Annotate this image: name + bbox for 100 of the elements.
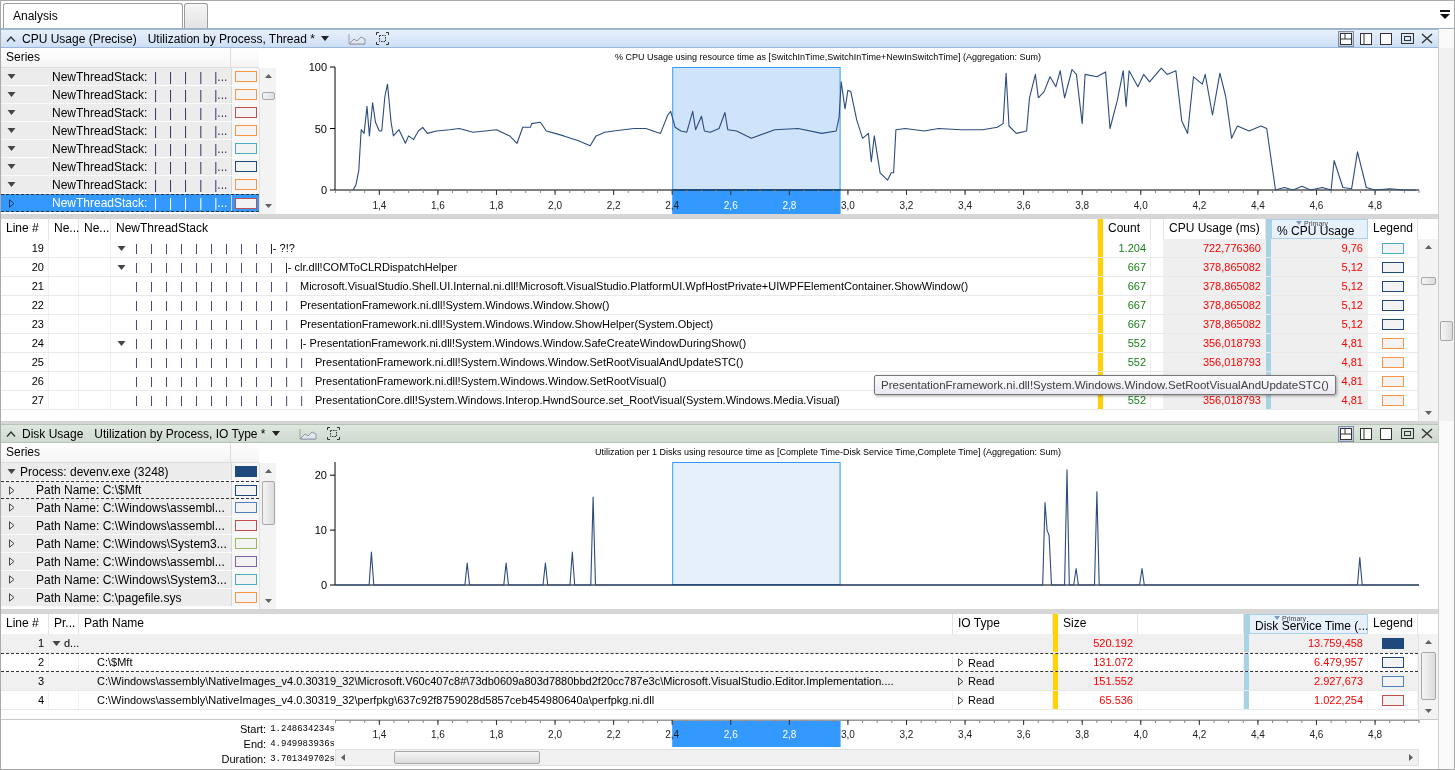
caret-right-icon[interactable] bbox=[7, 593, 16, 602]
collapse-icon[interactable] bbox=[6, 429, 16, 438]
preset-dropdown[interactable]: Utilization by Process, Thread * bbox=[147, 31, 329, 46]
series-item[interactable]: Path Name: C:\Windows\System3... bbox=[1, 571, 259, 589]
table-cell: 2.927,673 bbox=[1249, 672, 1368, 690]
table-cell-text: d... bbox=[64, 636, 80, 651]
table-cell: 722,776360 bbox=[1164, 239, 1266, 257]
view-mode-button[interactable] bbox=[1378, 425, 1394, 442]
axis-label: 4,0 bbox=[1133, 729, 1148, 740]
caret-right-icon[interactable] bbox=[7, 485, 16, 495]
view-mode-button[interactable] bbox=[1358, 425, 1374, 442]
close-icon[interactable] bbox=[1421, 428, 1433, 439]
view-mode-button[interactable] bbox=[1358, 30, 1374, 47]
series-item[interactable]: Path Name: C:\Windows\System3... bbox=[1, 535, 259, 553]
preset-dropdown[interactable]: Utilization by Process, IO Type * bbox=[94, 426, 280, 441]
restore-icon[interactable] bbox=[1401, 428, 1414, 439]
axis-label: 2,0 bbox=[548, 729, 562, 740]
axis-label: 3,8 bbox=[1075, 729, 1090, 740]
caret-right-icon[interactable] bbox=[7, 539, 16, 548]
scrollbar[interactable] bbox=[1439, 48, 1454, 421]
scroll-right-icon[interactable] bbox=[1409, 754, 1413, 761]
axis-label: 2,8 bbox=[782, 729, 797, 740]
scrollbar[interactable] bbox=[259, 68, 276, 214]
scrollbar[interactable] bbox=[335, 749, 1419, 766]
axis-label: 50 bbox=[314, 122, 327, 135]
axis-label: 3,0 bbox=[840, 200, 855, 211]
series-label: Path Name: C:\Windows\System3... bbox=[36, 572, 227, 587]
axis-label: 2,6 bbox=[723, 200, 738, 211]
caret-down-icon[interactable] bbox=[7, 108, 16, 117]
table-cell: 1.022,254 bbox=[1249, 691, 1368, 709]
table-cell: 5,12 bbox=[1271, 277, 1368, 295]
axis-label: 4,8 bbox=[1368, 729, 1382, 740]
scrollbar-thumb[interactable] bbox=[394, 751, 540, 764]
tree-guide-lines: | | | | |... bbox=[154, 159, 228, 174]
scroll-down-icon[interactable] bbox=[1425, 411, 1432, 415]
tab[interactable]: Analysis bbox=[3, 3, 183, 28]
scrollbar[interactable] bbox=[259, 463, 276, 609]
scroll-down-icon[interactable] bbox=[1425, 709, 1432, 713]
scroll-left-icon[interactable] bbox=[341, 754, 345, 761]
overflow-menu-icon[interactable] bbox=[1440, 10, 1450, 19]
caret-right-icon[interactable] bbox=[7, 198, 16, 208]
table-cell: C:\$Mft bbox=[79, 654, 953, 671]
restore-icon[interactable] bbox=[1401, 33, 1414, 44]
view-mode-button[interactable] bbox=[1338, 425, 1354, 442]
table-cell: 27 bbox=[1, 391, 49, 409]
tree-guide-lines: | | | | | | | | | | | bbox=[135, 317, 288, 332]
dashed-frame-icon[interactable] bbox=[375, 32, 389, 45]
series-item[interactable]: NewThreadStack: | | | | |... bbox=[1, 176, 259, 194]
scroll-down-icon[interactable] bbox=[264, 204, 272, 208]
table-cell: 356,018793 bbox=[1164, 334, 1266, 352]
series-item[interactable]: NewThreadStack: | | | | |... bbox=[1, 104, 259, 122]
caret-down-icon[interactable] bbox=[7, 162, 16, 171]
scroll-down-icon[interactable] bbox=[264, 599, 272, 603]
tree-guide-lines: | | | | |... bbox=[154, 105, 228, 120]
table-cell: 552 bbox=[1103, 334, 1151, 352]
series-item[interactable]: Process: devenv.exe (3248) bbox=[1, 463, 259, 481]
series-item[interactable]: Path Name: C:\Windows\assembl... bbox=[1, 499, 259, 517]
table-cell: C:\Windows\assembly\NativeImages_v4.0.30319_32\Microsoft.V60c407c8#\73db0609a803d7880bbd2f20cc787e3c\Microsoft.VisualStudio.Editor.Implementation.... bbox=[79, 672, 953, 690]
axis-label: 1,4 bbox=[372, 729, 387, 740]
collapse-icon[interactable] bbox=[6, 34, 16, 43]
series-item[interactable]: NewThreadStack: | | | | |... bbox=[1, 158, 259, 176]
series-item[interactable]: NewThreadStack: | | | | |... bbox=[1, 68, 259, 86]
table-cell: 4,81 bbox=[1271, 334, 1368, 352]
axis-label: 4,4 bbox=[1250, 729, 1265, 740]
series-item[interactable]: Path Name: C:\pagefile.sys bbox=[1, 589, 259, 607]
scroll-up-icon[interactable] bbox=[264, 469, 272, 473]
scrollbar-thumb[interactable] bbox=[1440, 321, 1453, 341]
series-item[interactable]: Path Name: C:\Windows\assembl... bbox=[1, 517, 259, 535]
table-cell: 65.536 bbox=[1058, 691, 1138, 709]
caret-right-icon[interactable] bbox=[7, 557, 16, 566]
view-mode-button[interactable] bbox=[1378, 30, 1394, 47]
series-item[interactable]: Path Name: C:\$Mft bbox=[1, 481, 259, 499]
table-cell: 2 bbox=[1, 654, 49, 671]
series-item[interactable]: NewThreadStack: | | | | |... bbox=[1, 86, 259, 104]
view-mode-button[interactable] bbox=[1338, 30, 1354, 47]
caret-right-icon[interactable] bbox=[7, 503, 16, 512]
table-cell: 131.072 bbox=[1058, 654, 1138, 671]
caret-down-icon[interactable] bbox=[7, 126, 16, 135]
axis-label: 4,4 bbox=[1250, 200, 1265, 211]
caret-icon bbox=[271, 431, 280, 436]
axis-label: 3,4 bbox=[958, 200, 972, 211]
caret-down-icon[interactable] bbox=[7, 90, 16, 99]
scrollbar-thumb[interactable] bbox=[261, 481, 275, 525]
caret-down-icon[interactable] bbox=[7, 72, 16, 81]
scroll-up-icon[interactable] bbox=[264, 74, 272, 78]
series-item[interactable]: NewThreadStack: | | | | |... bbox=[1, 140, 259, 158]
scrollbar-thumb[interactable] bbox=[261, 92, 275, 100]
caret-down-icon[interactable] bbox=[7, 180, 16, 189]
dashed-frame-icon[interactable] bbox=[326, 427, 340, 440]
caret-down-icon[interactable] bbox=[7, 144, 16, 153]
series-item[interactable]: NewThreadStack: | | | | |... bbox=[1, 122, 259, 140]
series-item[interactable]: Path Name: C:\Windows\assembl... bbox=[1, 553, 259, 571]
caret-down-icon[interactable] bbox=[7, 467, 16, 476]
close-icon[interactable] bbox=[1421, 33, 1433, 44]
caret-right-icon[interactable] bbox=[7, 575, 16, 584]
side-panel-icon bbox=[1360, 32, 1372, 45]
series-label: Path Name: C:\Windows\assembl... bbox=[36, 554, 225, 569]
field-label: Start: bbox=[238, 722, 267, 735]
caret-right-icon[interactable] bbox=[7, 521, 16, 530]
selection-band[interactable] bbox=[672, 67, 841, 190]
